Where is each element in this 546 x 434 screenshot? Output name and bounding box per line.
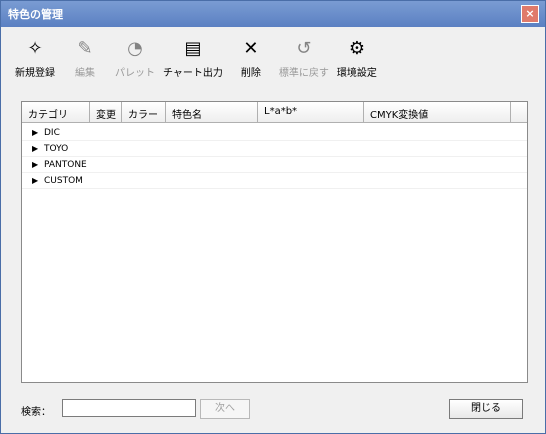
- col-spot-name[interactable]: 特色名: [166, 102, 258, 122]
- col-cmyk[interactable]: CMYK変換値: [364, 102, 511, 122]
- settings-icon: ⚙: [348, 37, 365, 59]
- expand-icon[interactable]: ▶: [22, 176, 44, 185]
- close-icon[interactable]: ×: [521, 5, 539, 23]
- list-header: カテゴリ 変更 カラー 特色名 L*a*b* CMYK変換値: [22, 102, 527, 123]
- next-button[interactable]: 次へ: [200, 399, 250, 419]
- new-icon: ✧: [27, 37, 43, 59]
- window-title: 特色の管理: [8, 8, 63, 21]
- expand-icon[interactable]: ▶: [22, 128, 44, 137]
- expand-icon[interactable]: ▶: [22, 144, 44, 153]
- title-bar: 特色の管理 ×: [1, 1, 545, 27]
- col-color[interactable]: カラー: [122, 102, 166, 122]
- new-button[interactable]: ✧ 新規登録: [13, 35, 57, 80]
- edit-button[interactable]: ✎ 編集: [63, 35, 107, 80]
- col-change[interactable]: 変更: [90, 102, 122, 122]
- spot-color-list: カテゴリ 変更 カラー 特色名 L*a*b* CMYK変換値 ▶ DIC ▶ TOY…: [21, 101, 528, 383]
- col-category[interactable]: カテゴリ: [22, 102, 90, 122]
- settings-button[interactable]: ⚙ 環境設定: [335, 35, 379, 80]
- toolbar: ✧ 新規登録 ✎ 編集 ◔ パレット ▤ チャート出力 ✕ 削除 ↺ 標準に戻す…: [13, 35, 379, 80]
- expand-icon[interactable]: ▶: [22, 160, 44, 169]
- palette-button[interactable]: ◔ パレット: [113, 35, 157, 80]
- delete-button[interactable]: ✕ 削除: [229, 35, 273, 80]
- close-button[interactable]: 閉じる: [449, 399, 523, 419]
- list-item[interactable]: ▶ CUSTOM: [22, 173, 527, 189]
- restore-button[interactable]: ↺ 標準に戻す: [279, 35, 329, 80]
- dialog-window: 特色の管理 × ✧ 新規登録 ✎ 編集 ◔ パレット ▤ チャート出力 ✕ 削除…: [0, 0, 546, 434]
- col-lab[interactable]: L*a*b*: [258, 102, 364, 122]
- edit-icon: ✎: [77, 37, 93, 59]
- delete-icon: ✕: [243, 37, 259, 59]
- footer: 検索： 次へ 閉じる: [21, 399, 526, 419]
- list-item[interactable]: ▶ DIC: [22, 125, 527, 141]
- search-label: 検索：: [21, 407, 51, 418]
- list-rows: ▶ DIC ▶ TOYO ▶ PANTONE ▶ CUSTOM: [22, 123, 527, 189]
- restore-icon: ↺: [296, 37, 312, 59]
- palette-icon: ◔: [127, 37, 143, 59]
- list-item[interactable]: ▶ TOYO: [22, 141, 527, 157]
- list-item[interactable]: ▶ PANTONE: [22, 157, 527, 173]
- chart-output-button[interactable]: ▤ チャート出力: [163, 35, 223, 80]
- search-input[interactable]: [62, 399, 196, 417]
- chart-output-icon: ▤: [184, 37, 202, 59]
